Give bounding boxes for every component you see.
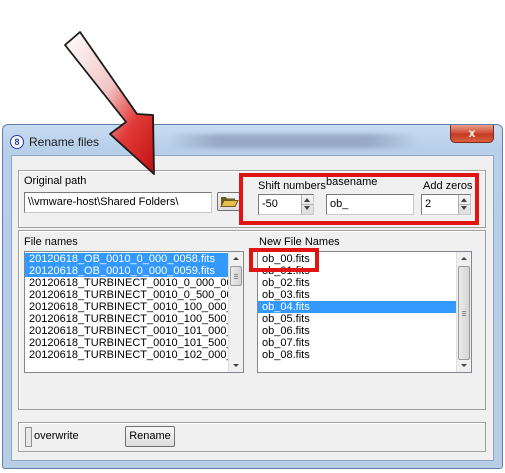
list-item[interactable]: ob_06.fits bbox=[258, 325, 471, 337]
new-file-names-label: New File Names bbox=[259, 236, 340, 248]
list-item[interactable]: 20120618_TURBINECT_0010_0_000_0000 bbox=[25, 277, 243, 289]
list-item[interactable]: 20120618_OB_0010_0_000_0059.fits bbox=[25, 265, 243, 277]
scroll-up-button[interactable] bbox=[229, 252, 243, 265]
list-item[interactable]: 20120618_TURBINECT_0010_102_000_02 bbox=[25, 349, 243, 361]
rename-button[interactable]: Rename bbox=[125, 426, 175, 447]
blurred-title-region bbox=[168, 134, 418, 148]
file-names-list[interactable]: 20120618_OB_0010_0_000_0058.fits 20120618… bbox=[24, 251, 244, 373]
add-zeros-input[interactable]: 2 bbox=[421, 194, 471, 215]
chevron-down-icon bbox=[233, 364, 239, 367]
app-logo-icon: 8 bbox=[10, 135, 24, 149]
original-path-label: Original path bbox=[24, 175, 87, 187]
dialog-client-area: Original path \\vmware-host\Shared Folde… bbox=[11, 155, 494, 461]
rename-actions-group: overwrite Rename bbox=[18, 422, 486, 452]
rename-files-window: 8 Rename files x Original path \\vmware-… bbox=[2, 124, 503, 469]
list-item[interactable]: ob_08.fits bbox=[258, 349, 471, 361]
file-lists-group: File names 20120618_OB_0010_0_000_0058.f… bbox=[18, 230, 486, 410]
scroll-up-button[interactable] bbox=[457, 252, 471, 265]
file-names-scrollbar[interactable] bbox=[228, 252, 243, 372]
folder-open-icon bbox=[220, 197, 239, 207]
list-item[interactable]: 20120618_OB_0010_0_000_0058.fits bbox=[25, 253, 243, 265]
shift-numbers-label: Shift numbers bbox=[258, 180, 326, 192]
chevron-down-icon bbox=[461, 364, 467, 367]
close-button[interactable]: x bbox=[450, 125, 494, 143]
scroll-down-button[interactable] bbox=[229, 359, 243, 372]
list-item[interactable]: 20120618_TURBINECT_0010_100_000_02 bbox=[25, 301, 243, 313]
browse-folder-button[interactable] bbox=[217, 192, 241, 211]
basename-label: basename bbox=[326, 176, 378, 188]
chevron-up-icon bbox=[233, 257, 239, 260]
new-file-names-scrollbar[interactable] bbox=[456, 252, 471, 372]
shift-numbers-value: -50 bbox=[262, 198, 278, 210]
scroll-thumb[interactable] bbox=[230, 266, 242, 286]
list-item[interactable]: ob_07.fits bbox=[258, 337, 471, 349]
list-item[interactable]: ob_03.fits bbox=[258, 289, 471, 301]
list-item[interactable]: 20120618_TURBINECT_0010_100_500_02 bbox=[25, 313, 243, 325]
list-item[interactable]: 20120618_TURBINECT_0010_101_500_02 bbox=[25, 337, 243, 349]
window-title: Rename files bbox=[29, 135, 100, 149]
add-zeros-spinner[interactable] bbox=[458, 195, 470, 214]
mode-value[interactable]: overwrite bbox=[34, 430, 79, 442]
chevron-up-icon bbox=[461, 257, 467, 260]
list-item[interactable]: ob_00.fits bbox=[258, 253, 471, 265]
screenshot-stage: 8 Rename files x Original path \\vmware-… bbox=[0, 0, 505, 473]
shift-numbers-input[interactable]: -50 bbox=[258, 194, 314, 215]
shift-numbers-spinner[interactable] bbox=[301, 195, 313, 214]
add-zeros-label: Add zeros bbox=[423, 180, 473, 192]
add-zeros-value: 2 bbox=[425, 198, 432, 210]
scroll-down-button[interactable] bbox=[457, 359, 471, 372]
list-item[interactable]: ob_05.fits bbox=[258, 313, 471, 325]
basename-input[interactable]: ob_ bbox=[326, 194, 414, 215]
new-file-names-list[interactable]: ob_00.fits ob_01.fits ob_02.fits ob_03.fits… bbox=[257, 251, 472, 373]
original-path-field[interactable]: \\vmware-host\Shared Folders\ bbox=[24, 192, 212, 213]
file-names-label: File names bbox=[24, 236, 78, 248]
scroll-thumb[interactable] bbox=[458, 266, 470, 360]
path-settings-group: Original path \\vmware-host\Shared Folde… bbox=[18, 170, 486, 228]
list-item[interactable]: 20120618_TURBINECT_0010_0_500_0001 bbox=[25, 289, 243, 301]
list-item[interactable]: 20120618_TURBINECT_0010_101_000_02 bbox=[25, 325, 243, 337]
mode-spinner[interactable] bbox=[25, 427, 32, 447]
list-item[interactable]: ob_02.fits bbox=[258, 277, 471, 289]
title-bar[interactable]: 8 Rename files x bbox=[3, 125, 502, 155]
list-item[interactable]: ob_04.fits bbox=[258, 301, 471, 313]
list-item[interactable]: ob_01.fits bbox=[258, 265, 471, 277]
